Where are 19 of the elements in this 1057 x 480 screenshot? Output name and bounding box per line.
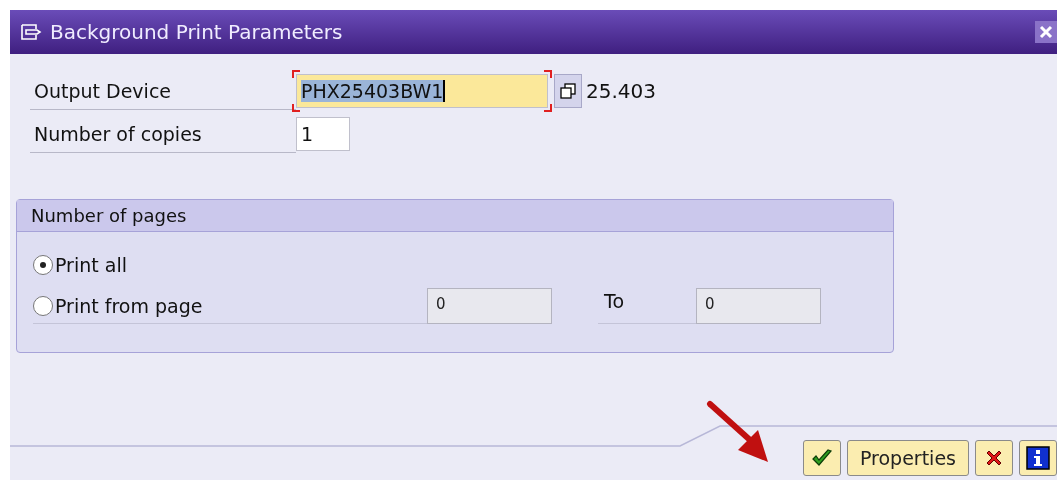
cross-icon [984, 448, 1004, 468]
radio-button[interactable]: Print all [33, 248, 127, 282]
input-field[interactable]: 0 [696, 288, 821, 324]
device-number: 25.403 [586, 79, 656, 103]
radio-button[interactable]: Print from page [33, 289, 427, 324]
cancel-button[interactable] [975, 440, 1013, 476]
input-field[interactable]: 1 [296, 117, 350, 151]
info-button[interactable] [1019, 440, 1057, 476]
group-title: Number of pages [17, 200, 893, 232]
window-title: Background Print Parameters [50, 20, 343, 44]
properties-button[interactable]: Properties [846, 440, 969, 476]
window-icon [20, 23, 42, 41]
checkmark-icon [810, 448, 833, 468]
input-field[interactable]: 0 [427, 288, 552, 324]
close-icon[interactable] [1035, 19, 1057, 45]
copy-icon [560, 83, 576, 99]
info-icon [1026, 446, 1050, 470]
confirm-button[interactable] [802, 440, 841, 476]
value-help-button[interactable] [554, 74, 582, 108]
